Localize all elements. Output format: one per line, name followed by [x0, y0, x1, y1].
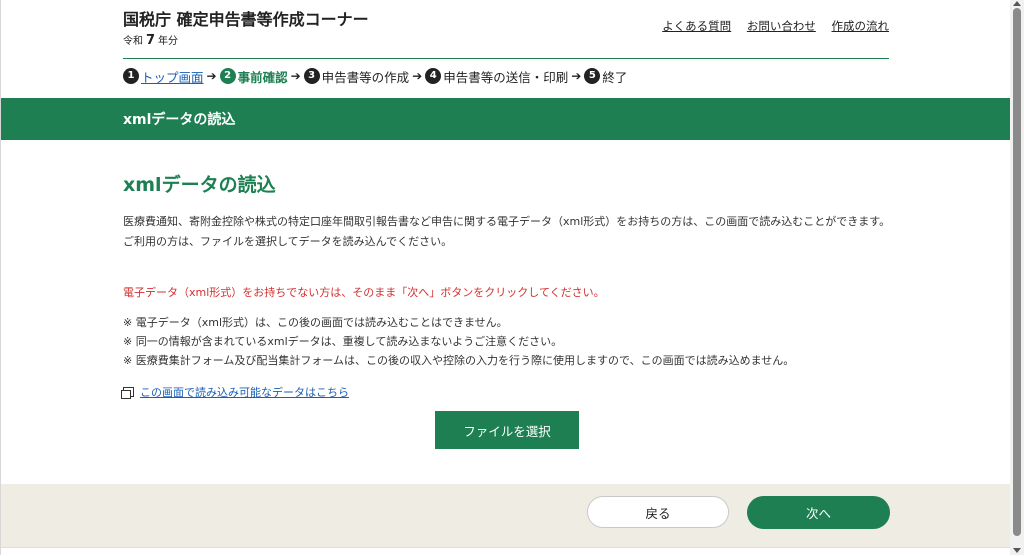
year-prefix: 令和: [123, 36, 143, 47]
scroll-up-icon[interactable]: [1013, 1, 1021, 6]
footer-nav: 戻る 次へ: [1, 484, 1011, 547]
note-item: ※ 医療費集計フォーム及び配当集計フォームは、この後の収入や控除の入力を行う際に…: [123, 354, 795, 367]
step-number-icon: 4: [425, 68, 442, 84]
progress-steps: 1 トップ画面 ➔ 2 事前確認 ➔ 3 申告書等の作成 ➔ 4 申告書等の送信…: [123, 66, 627, 86]
back-button[interactable]: 戻る: [587, 496, 729, 528]
step-precheck: 2 事前確認: [219, 67, 288, 86]
step-end: 5 終了: [584, 67, 627, 86]
new-window-icon: [121, 387, 134, 399]
step-number-icon: 5: [584, 68, 601, 84]
main-content: xmlデータの読込 医療費通知、寄附金控除や株式の特定口座年間取引報告書など申告…: [121, 170, 893, 399]
intro-paragraph-2: ご利用の方は、ファイルを選択してデータを読み込んでください。: [123, 235, 453, 248]
note-item: ※ 同一の情報が含まれているxmlデータは、重複して読み込まないようご注意くださ…: [123, 335, 563, 348]
flow-link[interactable]: 作成の流れ: [832, 19, 890, 33]
step-create: 3 申告書等の作成: [303, 67, 410, 86]
step-number-icon: 3: [303, 68, 320, 84]
step-top[interactable]: 1 トップ画面: [123, 67, 204, 86]
readable-data-link[interactable]: この画面で読み込み可能なデータはこちら: [140, 384, 349, 400]
page-title: xmlデータの読込: [123, 174, 276, 196]
next-button[interactable]: 次へ: [747, 496, 890, 529]
intro-paragraph-1: 医療費通知、寄附金控除や株式の特定口座年間取引報告書など申告に関する電子データ（…: [123, 215, 891, 228]
contact-link[interactable]: お問い合わせ: [747, 19, 816, 33]
arrow-right-icon: ➔: [206, 69, 217, 83]
year-number: 7: [146, 33, 156, 48]
no-data-notice: 電子データ（xml形式）をお持ちでない方は、そのまま「次へ」ボタンをクリックして…: [123, 286, 605, 299]
step-send: 4 申告書等の送信・印刷: [425, 67, 568, 86]
step-number-icon: 1: [123, 68, 139, 84]
step-top-link[interactable]: トップ画面: [141, 67, 204, 86]
arrow-right-icon: ➔: [290, 69, 301, 83]
year-suffix: 年分: [158, 36, 179, 47]
arrow-right-icon: ➔: [571, 69, 582, 83]
site-header: 国税庁 確定申告書等作成コーナー 令和 7 年分 よくある質問 お問い合わせ 作成の…: [123, 0, 889, 59]
header-links: よくある質問 お問い合わせ 作成の流れ: [650, 18, 889, 34]
vertical-scrollbar[interactable]: [1010, 0, 1024, 555]
section-band: xmlデータの読込: [1, 98, 1011, 140]
readable-data-link-row: この画面で読み込み可能なデータはこちら: [121, 384, 349, 400]
step-create-label: 申告書等の作成: [321, 69, 410, 85]
step-end-label: 終了: [602, 69, 628, 85]
section-band-title: xmlデータの読込: [123, 112, 236, 128]
faq-link[interactable]: よくある質問: [662, 19, 731, 33]
scrollbar-thumb[interactable]: [1013, 8, 1021, 536]
site-title: 国税庁 確定申告書等作成コーナー: [123, 10, 369, 29]
step-number-icon: 2: [219, 68, 236, 84]
arrow-right-icon: ➔: [412, 69, 423, 83]
scroll-down-icon[interactable]: [1013, 548, 1021, 553]
tax-year: 令和 7 年分: [123, 32, 178, 48]
intro-text: 医療費通知、寄附金控除や株式の特定口座年間取引報告書など申告に関する電子データ（…: [123, 212, 893, 252]
step-send-label: 申告書等の送信・印刷: [443, 69, 569, 85]
page: 国税庁 確定申告書等作成コーナー 令和 7 年分 よくある質問 お問い合わせ 作成の…: [0, 0, 1011, 556]
note-item: ※ 電子データ（xml形式）は、この後の画面では読み込むことはできません。: [123, 316, 508, 329]
step-precheck-label: 事前確認: [237, 69, 288, 85]
notes-list: ※ 電子データ（xml形式）は、この後の画面では読み込むことはできません。 ※ …: [123, 313, 893, 370]
select-file-button[interactable]: ファイルを選択: [435, 411, 579, 449]
